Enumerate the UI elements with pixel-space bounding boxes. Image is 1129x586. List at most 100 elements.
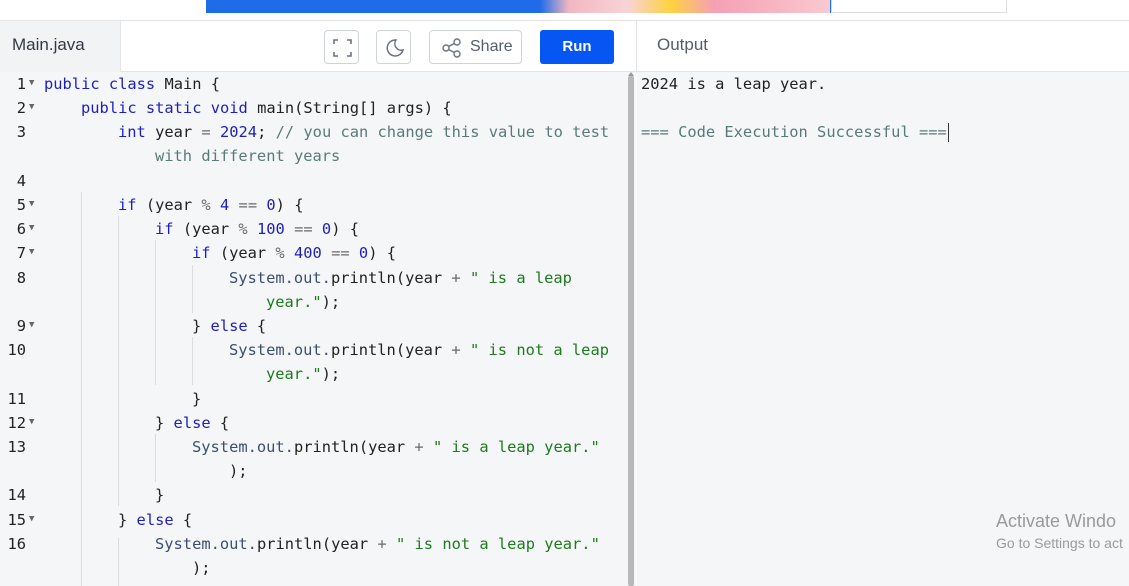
code-line-16-wrap: ); [192,559,211,577]
share-button[interactable]: Share [429,30,522,64]
indent-guide [118,216,119,506]
code-number: 2024 [219,123,258,141]
fold-arrow-icon[interactable]: ▼ [29,247,34,257]
code-keyword: else [210,317,248,335]
line-number: 13 [7,438,26,456]
output-pane[interactable]: 2024 is a leap year. === Code Execution … [637,72,1129,586]
indent-guide [192,265,193,313]
fullscreen-button[interactable] [324,30,359,64]
code-keyword: else [173,414,211,432]
line-number: 8 [16,269,26,287]
dark-mode-icon [386,39,405,57]
code-text: (year [173,220,239,238]
code-line-5: if (year % 4 == 0) { [118,196,303,214]
dark-mode-button[interactable] [376,30,411,64]
code-line-13-wrap: ); [229,462,248,480]
code-string: year." [266,293,322,311]
code-member: .out. [284,341,331,359]
line-number: 10 [7,341,26,359]
code-class: System [229,341,285,359]
line-gutter: 1 ▼ 2 ▼ 3 4 5 ▼ 6 ▼ 7 ▼ 8 9 ▼ 10 11 12 ▼… [0,72,44,586]
output-status-line: === Code Execution Successful === [641,123,949,142]
fold-arrow-icon[interactable]: ▼ [29,102,34,112]
code-string: " is not a leap year." [395,535,600,553]
code-editor[interactable]: 1 ▼ 2 ▼ 3 4 5 ▼ 6 ▼ 7 ▼ 8 9 ▼ 10 11 12 ▼… [0,72,636,586]
code-text: } [192,317,211,335]
file-tab[interactable]: Main.java [0,21,121,72]
line-number: 9 [16,317,26,335]
indent-guide [155,240,156,385]
line-number: 6 [16,220,26,238]
ad-banner[interactable] [0,0,1129,20]
run-button[interactable]: Run [540,30,614,64]
line-number: 7 [16,244,26,262]
code-text: (year [136,196,202,214]
fold-arrow-icon[interactable]: ▼ [29,417,34,427]
code-number: 100 [256,220,285,238]
activate-windows-title: Activate Windo [996,511,1117,531]
output-line: 2024 is a leap year. [641,75,827,93]
text-cursor [947,123,949,142]
code-text: } [118,511,137,529]
fold-arrow-icon[interactable]: ▼ [29,320,34,330]
code-text: ); [321,365,341,383]
code-number: 0 [321,220,332,238]
share-icon [442,38,461,58]
fold-arrow-icon[interactable]: ▼ [29,223,34,233]
line-number: 12 [7,414,26,432]
fold-arrow-icon[interactable]: ▼ [29,199,34,209]
editor-scrollbar[interactable] [628,76,634,586]
line-number: 5 [16,196,26,214]
code-keyword: public static void [81,99,248,117]
output-status-text: === Code Execution Successful === [641,123,947,141]
code-operator: == [331,244,350,262]
code-operator: == [294,220,313,238]
code-line-2: public static void main(String[] args) { [81,99,452,117]
code-number: 400 [293,244,322,262]
code-member: .out. [210,535,257,553]
pane-divider[interactable] [636,21,637,73]
line-number: 11 [7,390,26,408]
code-operator: + [377,535,387,553]
line-number: 15 [7,511,26,529]
code-line-8-wrap: year."); [266,293,340,311]
code-line-15: } else { [118,511,192,529]
code-line-3-wrap: with different years [155,147,341,165]
code-line-10-wrap: year."); [266,365,340,383]
code-operator: + [451,341,461,359]
code-area[interactable]: public class Main { public static void m… [44,72,629,586]
code-comment: // you can change this value to test [275,123,610,141]
code-member: .out. [284,269,331,287]
code-operator: = [201,123,211,141]
code-keyword: int [118,123,146,141]
fold-arrow-icon[interactable]: ▼ [29,514,34,524]
file-tab-label: Main.java [12,35,85,54]
line-number: 14 [7,486,26,504]
code-number: 0 [266,196,276,214]
code-keyword: if [155,220,174,238]
fold-arrow-icon[interactable]: ▼ [29,78,34,88]
ad-banner-art[interactable] [540,0,830,13]
code-string: year." [266,365,322,383]
indent-guide [192,337,193,385]
line-number: 2 [16,99,26,117]
fullscreen-icon [333,39,352,57]
code-text: { [247,317,267,335]
code-text: } [155,414,174,432]
code-operator: % [238,220,248,238]
ad-banner-box[interactable] [831,0,1007,13]
code-string: " is a leap year." [432,438,600,456]
code-line-6: if (year % 100 == 0) { [155,220,359,238]
code-keyword: if [192,244,211,262]
code-keyword: public class [44,75,156,93]
